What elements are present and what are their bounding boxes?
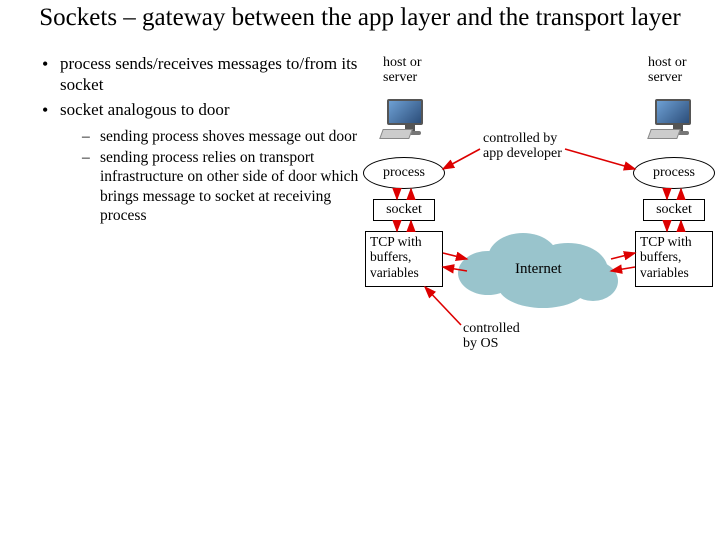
computer-icon-right (655, 99, 701, 137)
tcp-box-right: TCP with buffers, variables (635, 231, 713, 287)
diagram-area: host or server host or server Internet p… (365, 53, 720, 413)
controlled-dev-label: controlled by app developer (483, 131, 562, 162)
bullet-2-text: socket analogous to door (60, 100, 230, 119)
controlled-os-label: controlled by OS (463, 321, 520, 352)
bullet-1: process sends/receives messages to/from … (38, 53, 365, 96)
bullet-column: process sends/receives messages to/from … (0, 53, 365, 413)
slide-title: Sockets – gateway between the app layer … (0, 0, 720, 33)
process-oval-left: process (363, 157, 445, 189)
socket-box-right: socket (643, 199, 705, 221)
process-oval-right: process (633, 157, 715, 189)
tcp-box-left: TCP with buffers, variables (365, 231, 443, 287)
computer-icon-left (387, 99, 433, 137)
subbullet-2: sending process relies on transport infr… (82, 148, 365, 226)
host-label-right: host or server (648, 55, 687, 86)
host-label-left: host or server (383, 55, 422, 86)
internet-label: Internet (515, 261, 562, 278)
subbullet-1: sending process shoves message out door (82, 127, 365, 146)
slide-content: process sends/receives messages to/from … (0, 33, 720, 413)
bullet-2: socket analogous to door sending process… (38, 99, 365, 225)
socket-box-left: socket (373, 199, 435, 221)
